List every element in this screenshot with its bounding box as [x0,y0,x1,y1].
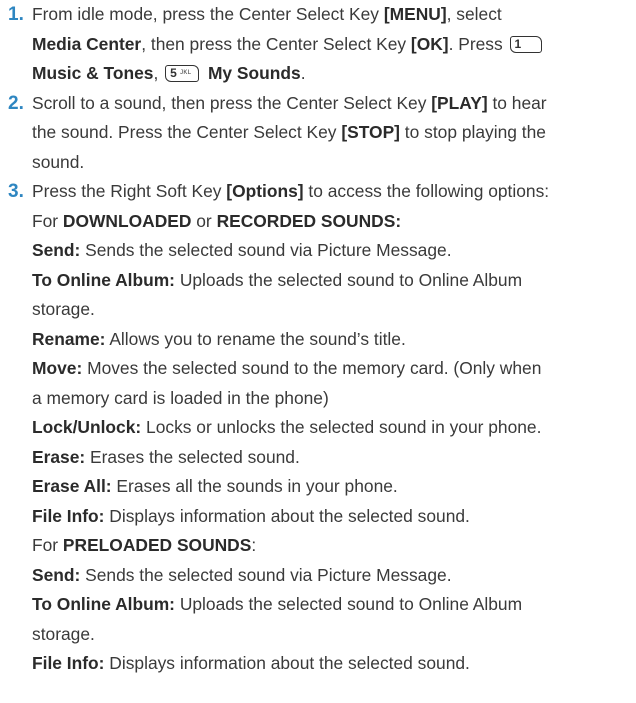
bold-term: [MENU] [383,4,447,24]
key-digit: 5 [170,66,177,80]
bold-term: File Info: [32,653,105,673]
text-run: a memory card is loaded in the phone) [32,387,329,408]
step-text: From idle mode, press the Center Select … [32,0,636,89]
text-run: Sends the selected sound via Picture Mes… [80,564,452,585]
text-run: Scroll to a sound, then press the Center… [32,92,432,113]
step-1: 1. From idle mode, press the Center Sele… [8,0,636,89]
instruction-page: 1. From idle mode, press the Center Sele… [0,0,636,679]
bold-term: PRELOADED SOUNDS [62,535,252,555]
bold-term: Move: [32,358,83,378]
step-number: 1. [8,4,24,25]
bold-term: RECORDED SOUNDS: [216,210,402,231]
text-run: Erases the selected sound. [85,446,300,467]
text-run: . [300,63,306,83]
bold-term: [PLAY] [431,92,488,113]
bold-term: Media Center [32,33,142,54]
step-number: 3. [8,181,24,202]
bold-term: Rename: [32,328,106,349]
text-run: : [251,535,257,555]
text-run: Press the Right Soft Key [32,181,227,201]
text-run: . Press [448,33,508,54]
text-run: Sends the selected sound via Picture Mes… [80,240,452,260]
key-1-voicemail-icon: 1 [509,35,542,53]
bold-term: Erase All: [32,476,112,496]
text-run: , [153,63,164,83]
bold-term: [Options] [226,181,304,201]
text-run: Moves the selected sound to the memory c… [82,358,542,378]
text-run: or [191,210,217,231]
text-run: Uploads the selected sound to Online Alb… [174,269,523,290]
bold-term: My Sounds [203,63,301,83]
key-letters: JKL [180,70,192,76]
bold-term: Music & Tones [32,63,154,83]
bold-term: [OK] [410,33,449,54]
text-run: to stop playing the [399,122,546,142]
bold-term: Send: [32,564,81,585]
text-run: sound. [32,151,85,172]
text-run: , then press the Center Select Key [141,33,411,54]
step-2: 2. Scroll to a sound, then press the Cen… [8,89,636,178]
text-run: storage. [32,623,95,644]
text-run: to hear [487,92,547,113]
step-3: 3. Press the Right Soft Key [Options] to… [8,177,636,679]
key-5-jkl-icon: 5 JKL [165,65,200,82]
text-run: Displays information about the selected … [104,505,470,526]
text-run: Displays information about the selected … [104,653,470,673]
text-run: From idle mode, press the Center Select … [32,4,384,24]
bold-term: File Info: [32,505,105,526]
text-run: For [32,210,63,231]
step-number: 2. [8,92,24,114]
bold-term: Lock/Unlock: [32,417,142,437]
text-run: Locks or unlocks the selected sound in y… [141,417,542,437]
text-run: storage. [32,299,95,319]
key-digit: 1 [514,36,522,51]
text-run: Allows you to rename the sound’s title. [105,328,406,349]
step-text: Scroll to a sound, then press the Center… [32,89,636,178]
text-run: For [32,535,63,555]
text-run: the sound. Press the Center Select Key [32,122,342,142]
text-run: Erases all the sounds in your phone. [111,476,398,496]
text-run: to access the following options: [303,181,550,201]
bold-term: [STOP] [341,122,400,142]
bold-term: Erase: [32,446,86,467]
bold-term: Send: [32,240,81,260]
text-run: Uploads the selected sound to Online Alb… [174,594,523,614]
bold-term: To Online Album: [32,594,175,614]
text-run: , select [446,4,502,24]
bold-term: DOWNLOADED [62,210,192,231]
bold-term: To Online Album: [32,269,175,290]
step-text: Press the Right Soft Key [Options] to ac… [32,177,636,679]
